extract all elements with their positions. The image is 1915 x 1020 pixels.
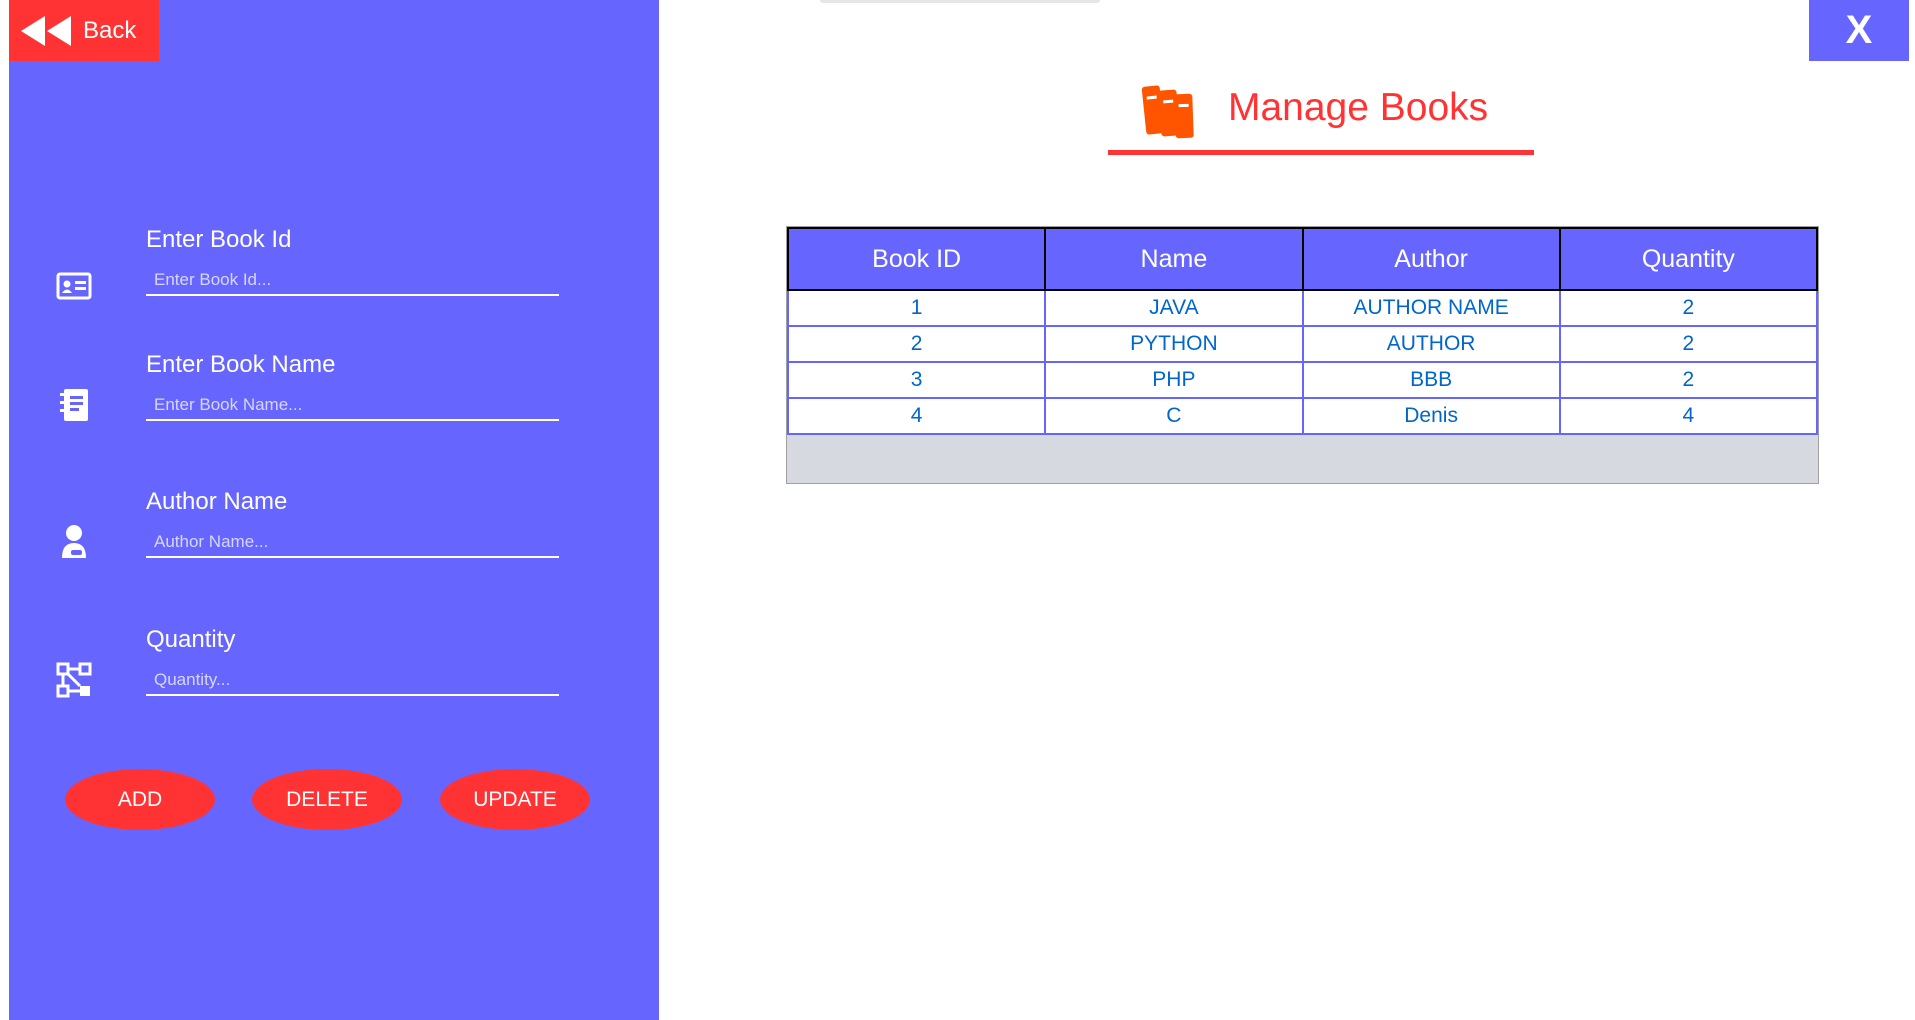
table-row[interactable]: 4 C Denis 4 [786,397,1819,435]
column-header-name[interactable]: Name [1044,227,1304,291]
book-name-input[interactable] [146,391,559,421]
book-id-label: Enter Book Id [146,226,292,253]
cell-author[interactable]: Denis [1301,397,1561,435]
cell-name[interactable]: JAVA [1044,289,1304,327]
close-button[interactable]: X [1809,0,1909,61]
top-edge-shadow [820,0,1100,3]
cell-book-id[interactable]: 2 [786,325,1047,363]
book-name-label: Enter Book Name [146,351,336,378]
cell-author[interactable]: AUTHOR [1301,325,1561,363]
table-row[interactable]: 2 PYTHON AUTHOR 2 [786,325,1819,363]
book-id-input[interactable] [146,266,559,296]
rewind-icon [21,15,71,46]
quantity-label: Quantity [146,626,236,653]
cell-quantity[interactable]: 2 [1558,289,1819,327]
table-row[interactable]: 3 PHP BBB 2 [786,361,1819,399]
back-button[interactable]: Back [9,0,159,61]
column-header-book-id[interactable]: Book ID [786,227,1047,291]
column-header-author[interactable]: Author [1301,227,1561,291]
table-header-row: Book ID Name Author Quantity [786,227,1819,291]
cell-quantity[interactable]: 2 [1558,325,1819,363]
left-panel: Enter Book Id Enter Book Name Author Nam… [9,0,659,1020]
table-row[interactable]: 1 JAVA AUTHOR NAME 2 [786,289,1819,327]
books-table-container: Book ID Name Author Quantity 1 JAVA AUTH… [786,226,1819,484]
page-title: Manage Books [1228,86,1489,129]
person-icon [62,525,86,558]
author-label: Author Name [146,488,288,515]
cell-book-id[interactable]: 3 [786,361,1047,399]
cell-book-id[interactable]: 1 [786,289,1047,327]
cell-book-id[interactable]: 4 [786,397,1047,435]
column-header-quantity[interactable]: Quantity [1558,227,1819,291]
id-card-icon [56,272,92,300]
back-label: Back [83,16,137,44]
page-header: Manage Books [1108,70,1534,155]
add-button[interactable]: ADD [65,769,215,830]
cell-author[interactable]: BBB [1301,361,1561,399]
cell-quantity[interactable]: 4 [1558,397,1819,435]
books-table: Book ID Name Author Quantity 1 JAVA AUTH… [786,227,1819,435]
quantity-input[interactable] [146,666,559,696]
cell-author[interactable]: AUTHOR NAME [1301,289,1561,327]
books-icon [1141,85,1194,139]
network-icon [56,662,92,698]
cell-quantity[interactable]: 2 [1558,361,1819,399]
cell-name[interactable]: PYTHON [1044,325,1304,363]
title-underline [1108,150,1534,155]
delete-button[interactable]: DELETE [252,769,402,830]
notebook-icon [60,389,88,421]
author-input[interactable] [146,528,559,558]
cell-name[interactable]: PHP [1044,361,1304,399]
cell-name[interactable]: C [1044,397,1304,435]
update-button[interactable]: UPDATE [440,769,590,830]
